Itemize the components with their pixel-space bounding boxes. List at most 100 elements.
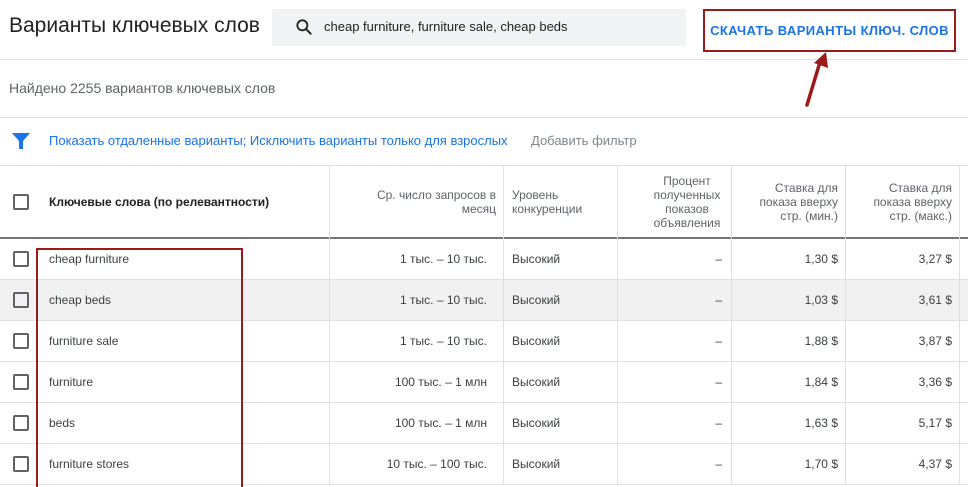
column-divider bbox=[329, 321, 330, 361]
row-checkbox[interactable] bbox=[13, 292, 29, 308]
column-divider bbox=[617, 362, 618, 402]
row-checkbox[interactable] bbox=[13, 374, 29, 390]
column-divider bbox=[959, 321, 960, 361]
keyword-cell: cheap furniture bbox=[49, 252, 130, 266]
row-checkbox[interactable] bbox=[13, 333, 29, 349]
active-filters-link[interactable]: Показать отдаленные варианты; Исключить … bbox=[49, 133, 508, 148]
competition-cell: Высокий bbox=[512, 375, 561, 389]
column-divider bbox=[503, 166, 504, 239]
row-checkbox[interactable] bbox=[13, 415, 29, 431]
search-input[interactable]: cheap furniture, furniture sale, cheap b… bbox=[272, 9, 686, 46]
searches-cell: 1 тыс. – 10 тыс. bbox=[400, 334, 487, 348]
annotation-arrow-icon bbox=[805, 52, 828, 107]
competition-cell: Высокий bbox=[512, 334, 561, 348]
column-divider bbox=[731, 166, 732, 239]
table-row[interactable]: beds 100 тыс. – 1 млн Высокий – 1,63 $ 5… bbox=[0, 403, 968, 444]
column-divider bbox=[731, 239, 732, 279]
bid-low-cell: 1,30 $ bbox=[804, 252, 838, 266]
download-keywords-button[interactable]: СКАЧАТЬ ВАРИАНТЫ КЛЮЧ. СЛОВ bbox=[703, 9, 956, 52]
table-row[interactable]: furniture sale 1 тыс. – 10 тыс. Высокий … bbox=[0, 321, 968, 362]
column-divider bbox=[329, 280, 330, 320]
searches-cell: 100 тыс. – 1 млн bbox=[394, 375, 487, 389]
table-row[interactable]: furniture 100 тыс. – 1 млн Высокий – 1,8… bbox=[0, 362, 968, 403]
keyword-cell: furniture stores bbox=[49, 457, 130, 471]
searches-cell: 1 тыс. – 10 тыс. bbox=[400, 293, 487, 307]
column-divider bbox=[731, 280, 732, 320]
column-divider bbox=[845, 321, 846, 361]
column-divider bbox=[959, 403, 960, 443]
add-filter-button[interactable]: Добавить фильтр bbox=[531, 133, 637, 148]
column-divider bbox=[329, 239, 330, 279]
column-divider bbox=[845, 403, 846, 443]
bid-high-cell: 3,61 $ bbox=[918, 293, 952, 307]
bid-low-cell: 1,63 $ bbox=[804, 416, 838, 430]
impression-share-cell: – bbox=[715, 293, 722, 307]
keyword-cell: beds bbox=[49, 416, 76, 430]
column-header-competition[interactable]: Уровень конкуренции bbox=[512, 166, 612, 237]
column-divider bbox=[329, 166, 330, 239]
column-divider bbox=[617, 239, 618, 279]
column-divider bbox=[503, 321, 504, 361]
search-value[interactable]: cheap furniture, furniture sale, cheap b… bbox=[324, 19, 568, 34]
column-divider bbox=[959, 444, 960, 484]
row-checkbox[interactable] bbox=[13, 456, 29, 472]
column-header-impression-share[interactable]: Процент полученных показов объявления bbox=[647, 166, 727, 237]
column-divider bbox=[617, 321, 618, 361]
column-divider bbox=[503, 239, 504, 279]
bid-high-cell: 3,36 $ bbox=[918, 375, 952, 389]
impression-share-cell: – bbox=[715, 416, 722, 430]
table-row[interactable]: furniture stores 10 тыс. – 100 тыс. Высо… bbox=[0, 444, 968, 485]
column-header-bid-low[interactable]: Ставка для показа вверху стр. (мин.) bbox=[740, 166, 838, 237]
column-divider bbox=[845, 239, 846, 279]
column-divider bbox=[731, 362, 732, 402]
bid-low-cell: 1,03 $ bbox=[804, 293, 838, 307]
searches-cell: 100 тыс. – 1 млн bbox=[394, 416, 487, 430]
row-checkbox[interactable] bbox=[13, 251, 29, 267]
select-all-checkbox[interactable] bbox=[13, 194, 29, 210]
column-divider bbox=[845, 362, 846, 402]
keyword-cell: furniture bbox=[49, 375, 94, 389]
divider bbox=[0, 117, 968, 118]
bid-low-cell: 1,84 $ bbox=[804, 375, 838, 389]
results-count: Найдено 2255 вариантов ключевых слов bbox=[9, 80, 276, 96]
bid-low-cell: 1,88 $ bbox=[804, 334, 838, 348]
column-divider bbox=[617, 403, 618, 443]
column-header-searches[interactable]: Ср. число запросов в месяц bbox=[340, 166, 496, 237]
column-divider bbox=[329, 444, 330, 484]
column-divider bbox=[845, 280, 846, 320]
column-divider bbox=[503, 403, 504, 443]
column-divider bbox=[959, 166, 960, 239]
keyword-cell: cheap beds bbox=[49, 293, 112, 307]
column-divider bbox=[329, 403, 330, 443]
impression-share-cell: – bbox=[715, 457, 722, 471]
keyword-table: Ключевые слова (по релевантности) Ср. чи… bbox=[0, 166, 968, 485]
column-header-bid-high[interactable]: Ставка для показа вверху стр. (макс.) bbox=[854, 166, 952, 237]
bid-high-cell: 5,17 $ bbox=[918, 416, 952, 430]
table-row[interactable]: cheap furniture 1 тыс. – 10 тыс. Высокий… bbox=[0, 239, 968, 280]
searches-cell: 1 тыс. – 10 тыс. bbox=[400, 252, 487, 266]
column-divider bbox=[617, 166, 618, 239]
keyword-cell: furniture sale bbox=[49, 334, 119, 348]
column-divider bbox=[503, 444, 504, 484]
table-header: Ключевые слова (по релевантности) Ср. чи… bbox=[0, 166, 968, 239]
column-header-keyword[interactable]: Ключевые слова (по релевантности) bbox=[49, 166, 319, 237]
column-divider bbox=[731, 321, 732, 361]
filter-icon[interactable] bbox=[12, 133, 30, 149]
table-row[interactable]: cheap beds 1 тыс. – 10 тыс. Высокий – 1,… bbox=[0, 280, 968, 321]
column-divider bbox=[617, 280, 618, 320]
column-divider bbox=[731, 403, 732, 443]
impression-share-cell: – bbox=[715, 252, 722, 266]
bid-low-cell: 1,70 $ bbox=[804, 457, 838, 471]
bid-high-cell: 3,27 $ bbox=[918, 252, 952, 266]
impression-share-cell: – bbox=[715, 375, 722, 389]
column-divider bbox=[845, 444, 846, 484]
column-divider bbox=[959, 280, 960, 320]
column-divider bbox=[503, 280, 504, 320]
competition-cell: Высокий bbox=[512, 293, 561, 307]
bid-high-cell: 4,37 $ bbox=[918, 457, 952, 471]
column-divider bbox=[959, 362, 960, 402]
column-divider bbox=[959, 239, 960, 279]
column-divider bbox=[503, 362, 504, 402]
search-icon bbox=[296, 19, 312, 35]
competition-cell: Высокий bbox=[512, 457, 561, 471]
